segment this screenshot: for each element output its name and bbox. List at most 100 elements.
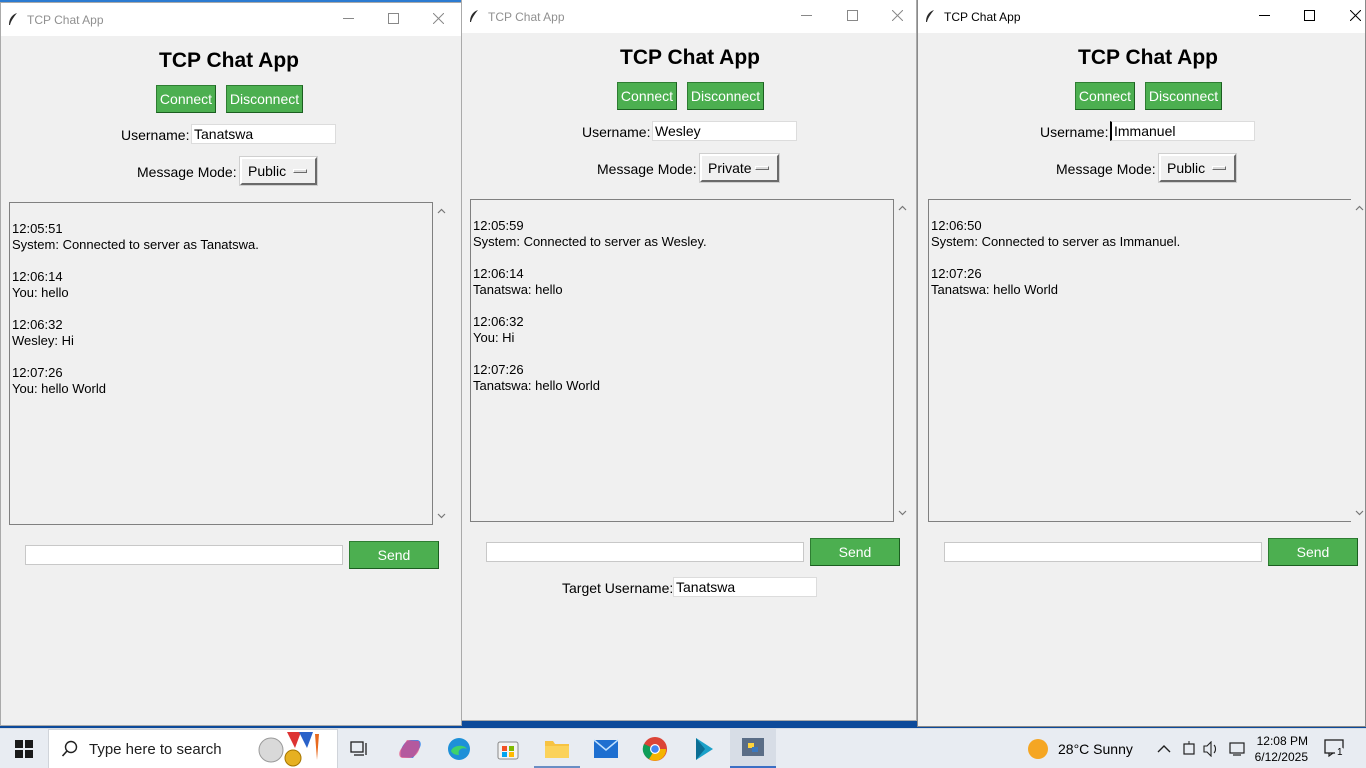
feather-icon <box>926 10 934 22</box>
minimize-button[interactable] <box>1241 0 1287 30</box>
maximize-button[interactable] <box>829 0 875 30</box>
meet-now-icon[interactable] <box>1182 741 1196 757</box>
minimize-button[interactable] <box>783 0 829 30</box>
message-mode-label: Message Mode: <box>597 161 697 177</box>
connect-button[interactable]: Connect <box>1075 82 1135 110</box>
close-icon <box>432 12 444 24</box>
scroll-up-icon[interactable] <box>437 207 446 216</box>
windows-logo-icon <box>15 740 33 758</box>
taskbar-app-file-explorer[interactable] <box>534 729 580 768</box>
disconnect-button[interactable]: Disconnect <box>1145 82 1222 110</box>
app-title: TCP Chat App <box>620 46 760 69</box>
message-item: 12:06:50 System: Connected to server as I… <box>931 218 1349 250</box>
send-button[interactable]: Send <box>349 541 439 569</box>
close-button[interactable] <box>1332 0 1365 30</box>
chevron-up-icon[interactable] <box>1157 744 1171 754</box>
message-input[interactable] <box>944 542 1262 562</box>
maximize-icon <box>846 9 858 21</box>
notification-count: 1 <box>1335 747 1345 758</box>
media-player-icon <box>696 738 713 760</box>
message-time: 12:07:26 <box>12 365 63 380</box>
volume-icon[interactable] <box>1203 741 1219 757</box>
minimize-button[interactable] <box>325 3 371 33</box>
option-menu-indicator-icon <box>293 169 307 173</box>
chat-scrollbar[interactable] <box>894 199 911 522</box>
maximize-button[interactable] <box>370 3 416 33</box>
message-text: System: Connected to server as Immanuel. <box>931 234 1181 249</box>
taskbar-app-chrome[interactable] <box>632 729 678 768</box>
taskbar-app-copilot[interactable] <box>387 729 433 768</box>
message-text: Tanatswa: hello World <box>931 282 1058 297</box>
send-button[interactable]: Send <box>1268 538 1358 566</box>
taskbar-app-media[interactable] <box>681 729 727 768</box>
window-title: TCP Chat App <box>944 10 1021 24</box>
python-icon <box>742 737 764 756</box>
title-bar[interactable]: TCP Chat App <box>1 3 461 36</box>
close-icon <box>1349 9 1361 21</box>
start-button[interactable] <box>0 729 48 768</box>
target-username-label: Target Username: <box>562 580 674 596</box>
chat-scrollbar[interactable] <box>433 202 450 525</box>
close-button[interactable] <box>415 3 461 33</box>
chat-history[interactable]: 12:05:51 System: Connected to server as T… <box>9 202 433 525</box>
message-time: 12:06:32 <box>12 317 63 332</box>
maximize-button[interactable] <box>1286 0 1332 30</box>
message-time: 12:06:50 <box>931 218 982 233</box>
connect-button[interactable]: Connect <box>617 82 677 110</box>
option-menu-indicator-icon <box>755 166 769 170</box>
connect-button[interactable]: Connect <box>156 85 216 113</box>
taskbar-app-python[interactable] <box>730 729 776 768</box>
chat-history[interactable]: 12:05:59 System: Connected to server as W… <box>470 199 894 522</box>
notification-button[interactable]: 1 <box>1322 737 1346 761</box>
feather-icon <box>9 13 17 25</box>
username-label: Username: <box>1040 124 1109 140</box>
title-bar[interactable]: TCP Chat App <box>918 0 1365 33</box>
message-mode-select[interactable]: Public <box>240 157 317 185</box>
task-view-button[interactable] <box>338 729 382 768</box>
message-item: 12:07:26 Tanatswa: hello World <box>931 266 1349 298</box>
target-username-input[interactable]: Tanatswa <box>673 577 817 597</box>
scroll-up-icon[interactable] <box>1355 204 1364 213</box>
option-menu-indicator-icon <box>1212 166 1226 170</box>
scroll-up-icon[interactable] <box>898 204 907 213</box>
minimize-icon <box>800 14 812 16</box>
message-input[interactable] <box>25 545 343 565</box>
scroll-down-icon[interactable] <box>898 508 907 517</box>
message-time: 12:06:14 <box>473 266 524 281</box>
message-mode-select[interactable]: Public <box>1159 154 1236 182</box>
message-item: 12:05:51 System: Connected to server as T… <box>12 221 430 253</box>
disconnect-button[interactable]: Disconnect <box>687 82 764 110</box>
chat-window-wesley: TCP Chat App TCP Chat App Connect Discon… <box>461 0 917 721</box>
message-mode-select[interactable]: Private <box>700 154 779 182</box>
taskbar-app-store[interactable] <box>485 729 531 768</box>
store-icon <box>497 741 519 760</box>
minimize-icon <box>1258 14 1270 16</box>
scroll-down-icon[interactable] <box>1355 508 1364 517</box>
taskbar-app-edge[interactable] <box>436 729 482 768</box>
weather-text[interactable]: 28°C Sunny <box>1058 741 1133 757</box>
send-button[interactable]: Send <box>810 538 900 566</box>
username-input[interactable]: Tanatswa <box>191 124 336 144</box>
disconnect-button[interactable]: Disconnect <box>226 85 303 113</box>
taskbar: Type here to search 28°C Sunny 12:08 PM … <box>0 728 1366 768</box>
username-input[interactable]: Immanuel <box>1110 121 1255 141</box>
chat-history[interactable]: 12:06:50 System: Connected to server as I… <box>928 199 1352 522</box>
title-bar[interactable]: TCP Chat App <box>462 0 916 33</box>
message-text: You: hello <box>12 285 69 300</box>
network-icon[interactable] <box>1228 741 1246 757</box>
message-text: System: Connected to server as Wesley. <box>473 234 707 249</box>
message-input[interactable] <box>486 542 804 562</box>
close-button[interactable] <box>874 0 916 30</box>
taskbar-search[interactable]: Type here to search <box>48 729 338 768</box>
username-input[interactable]: Wesley <box>652 121 797 141</box>
app-title: TCP Chat App <box>159 49 299 72</box>
message-time: 12:06:32 <box>473 314 524 329</box>
scroll-down-icon[interactable] <box>437 511 446 520</box>
edge-icon <box>448 738 470 760</box>
maximize-icon <box>1303 9 1315 21</box>
chat-scrollbar[interactable] <box>1351 199 1365 522</box>
clock[interactable]: 12:08 PM 6/12/2025 <box>1255 733 1308 765</box>
feather-icon <box>470 10 478 22</box>
chat-window-immanuel: TCP Chat App TCP Chat App Connect Discon… <box>917 0 1366 727</box>
taskbar-app-mail[interactable] <box>583 729 629 768</box>
